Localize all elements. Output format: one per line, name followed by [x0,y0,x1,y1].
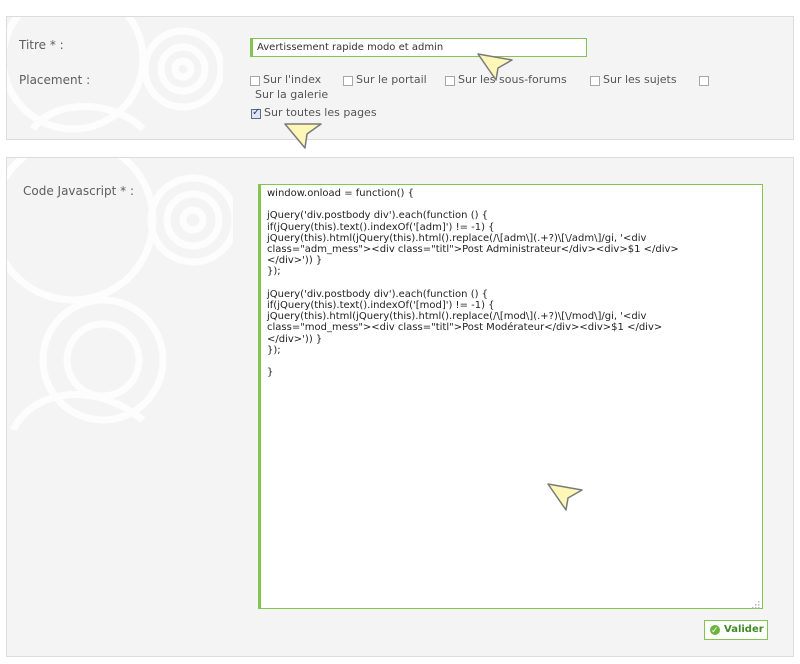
arrow-pointer-icon [547,483,583,511]
placement-label: Placement : [19,73,91,87]
code-label: Code Javascript * : [23,184,134,198]
valider-label: Valider [724,624,764,635]
arrow-pointer-icon [284,123,322,149]
checkbox-toutes-pages[interactable] [251,107,261,119]
title-placement-panel: Titre * : Avertissement rapide modo et a… [6,16,794,140]
code-textarea[interactable]: window.onload = function() { jQuery('div… [258,184,763,609]
checkbox-portail[interactable] [343,76,353,86]
arrow-pointer-icon [477,53,513,81]
resize-grip-icon[interactable] [752,598,760,609]
checkbox-galerie-label: Sur la galerie [255,88,329,101]
checkbox-index[interactable] [250,76,260,86]
title-input[interactable]: Avertissement rapide modo et admin [250,38,587,57]
valider-button[interactable]: Valider [704,620,768,640]
checkbox-portail-label: Sur le portail [356,73,427,86]
code-panel: Code Javascript * : window.onload = func… [6,157,794,657]
checkbox-sujets[interactable] [590,76,600,86]
checkbox-sous-forums[interactable] [445,76,455,86]
title-label: Titre * : [19,38,64,52]
checkbox-index-label: Sur l'index [263,73,322,86]
checkbox-toutes-pages-label: Sur toutes les pages [264,106,377,119]
checkbox-sujets-label: Sur les sujets [603,73,677,86]
checkmark-icon [710,622,720,640]
checkbox-galerie[interactable] [699,76,709,86]
